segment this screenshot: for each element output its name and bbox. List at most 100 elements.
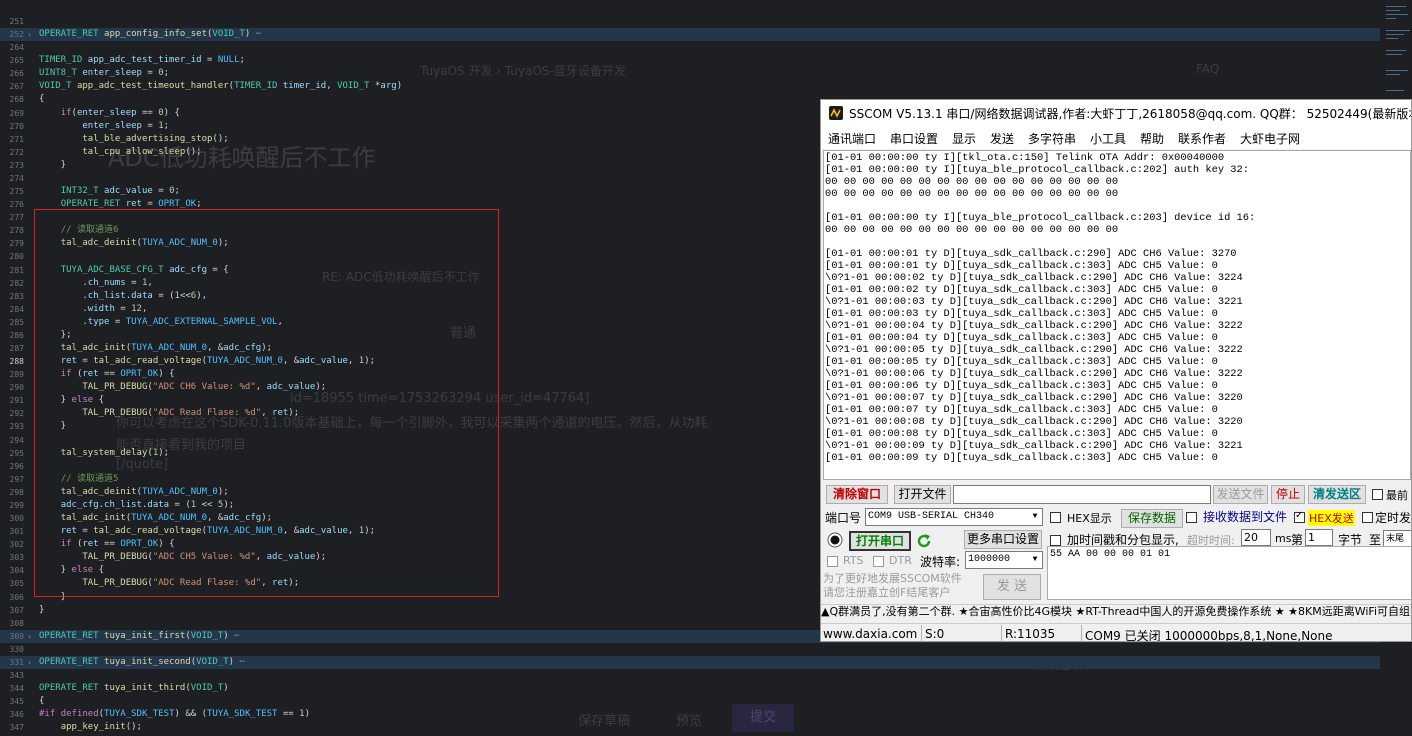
line-number: 266 — [9, 69, 24, 79]
recv-to-file-checkbox[interactable] — [1186, 512, 1197, 523]
line-number: 267 — [9, 82, 24, 92]
line-number: 269 — [9, 108, 24, 118]
code-text: OPERATE_RET tuya_init_first(VOID_T) ⋯ — [39, 630, 240, 641]
send-data-textarea[interactable]: 55 AA 00 00 00 01 01 — [1047, 546, 1411, 600]
news-ticker[interactable]: ▲Q群满员了,没有第二个群. ★合宙高性价比4G模块 ★RT-Thread中国人… — [821, 604, 1411, 621]
clear-send-area-button[interactable]: 清发送区 — [1308, 485, 1366, 504]
code-line[interactable]: 344 OPERATE_RET tuya_init_third(VOID_T) — [0, 682, 1380, 695]
file-path-input[interactable] — [953, 485, 1211, 504]
log-line: [01-01 00:00:05 ty D][tuya_sdk_callback.… — [825, 356, 1218, 368]
code-line[interactable]: 346 #if defined(TUYA_SDK_TEST) && (TUYA_S… — [0, 708, 1380, 721]
sscom-window[interactable]: SSCOM V5.13.1 串口/网络数据调试器,作者:大虾丁丁,2618058… — [820, 99, 1412, 642]
code-line[interactable]: 252 › OPERATE_RET app_config_info_set(VOID… — [0, 28, 1380, 42]
open-port-button[interactable]: 打开串口 — [849, 531, 911, 551]
code-line[interactable]: 343 — [0, 669, 1380, 682]
line-number: 279 — [9, 239, 24, 249]
line-number: 298 — [9, 487, 24, 497]
code-line[interactable]: 264 — [0, 41, 1380, 54]
timestamp-checkbox[interactable] — [1050, 535, 1061, 546]
open-file-button[interactable]: 打开文件 — [894, 485, 951, 504]
code-line[interactable]: 266 UINT8_T enter_sleep = 0; — [0, 67, 1380, 80]
send-file-button[interactable]: 发送文件 — [1213, 485, 1268, 504]
title-bar[interactable]: SSCOM V5.13.1 串口/网络数据调试器,作者:大虾丁丁,2618058… — [821, 100, 1411, 127]
hex-send-checkbox[interactable] — [1294, 510, 1305, 523]
port-status-indicator-icon — [827, 532, 843, 548]
status-site-link[interactable]: www.daxia.com — [823, 627, 917, 641]
menu-help[interactable]: 帮助 — [1140, 130, 1164, 147]
log-line: [01-01 00:00:09 ty D][tuya_sdk_callback.… — [825, 452, 1218, 464]
menu-contact-author[interactable]: 联系作者 — [1178, 130, 1226, 147]
menu-send[interactable]: 发送 — [990, 130, 1014, 147]
line-number: 303 — [9, 553, 24, 563]
menu-comm-port[interactable]: 通讯端口 — [828, 130, 876, 147]
menu-port-settings[interactable]: 串口设置 — [890, 130, 938, 147]
send-button[interactable]: 发 送 — [983, 574, 1041, 600]
status-received-count: R:11035 — [1005, 627, 1056, 641]
fold-chevron-icon[interactable]: › — [27, 656, 32, 669]
line-number: 294 — [9, 435, 24, 445]
line-number: 289 — [9, 370, 24, 380]
line-number: 290 — [9, 383, 24, 393]
menu-tools[interactable]: 小工具 — [1090, 130, 1126, 147]
log-line: \0?1-01 00:00:03 ty D][tuya_sdk_callback… — [825, 296, 1243, 308]
code-line[interactable]: 265 TIMER_ID app_adc_test_timer_id = NULL… — [0, 54, 1380, 67]
stop-button[interactable]: 停止 — [1271, 485, 1305, 504]
line-number: 276 — [9, 200, 24, 210]
menu-multi-string[interactable]: 多字符串 — [1028, 130, 1076, 147]
log-line: [01-01 00:00:00 ty I][tuya_ble_protocol_… — [825, 164, 1250, 176]
line-number: 305 — [9, 579, 24, 589]
hex-display-checkbox[interactable] — [1050, 512, 1061, 523]
clear-window-button[interactable]: 清除窗口 — [826, 485, 888, 504]
code-text: UINT8_T enter_sleep = 0; — [39, 68, 170, 79]
line-number: 293 — [9, 422, 24, 432]
status-bar: www.daxia.com S:0 R:11035 COM9 已关闭 10000… — [821, 623, 1411, 641]
line-number: 346 — [9, 710, 24, 720]
port-select[interactable]: COM9 USB-SERIAL CH340 ▼ — [865, 508, 1043, 526]
line-number: 331 — [9, 657, 24, 667]
byte-start-input[interactable]: 1 — [1305, 529, 1333, 546]
receive-log[interactable]: [01-01 00:00:00 ty I][tkl_ota.c:150] Tel… — [823, 150, 1411, 480]
line-number: 268 — [9, 95, 24, 105]
always-on-top-checkbox[interactable] — [1372, 489, 1383, 500]
refresh-icon[interactable] — [915, 532, 933, 550]
log-line: \0?1-01 00:00:04 ty D][tuya_sdk_callback… — [825, 320, 1243, 332]
menu-display[interactable]: 显示 — [952, 130, 976, 147]
code-line[interactable]: 347 app_key_init(); — [0, 721, 1380, 734]
log-line: [01-01 00:00:01 ty D][tuya_sdk_callback.… — [825, 260, 1218, 272]
register-promo-text[interactable]: 为了更好地发展SSCOM软件 请您注册嘉立创F结尾客户 — [823, 572, 962, 600]
line-number: 277 — [9, 213, 24, 223]
log-line: \0?1-01 00:00:07 ty D][tuya_sdk_callback… — [825, 392, 1243, 404]
code-line[interactable]: 251 — [0, 15, 1380, 28]
code-text: OPERATE_RET app_config_info_set(VOID_T) … — [39, 29, 262, 40]
log-line: \0?1-01 00:00:09 ty D][tuya_sdk_callback… — [825, 440, 1243, 452]
log-line: [01-01 00:00:06 ty D][tuya_sdk_callback.… — [825, 380, 1218, 392]
line-number: 301 — [9, 527, 24, 537]
more-port-settings-button[interactable]: 更多串口设置 — [964, 530, 1042, 549]
baud-rate-select[interactable]: 1000000 ▼ — [965, 551, 1043, 569]
code-text: tal_cpu_allow_sleep(); — [82, 146, 202, 157]
save-data-button[interactable]: 保存数据 — [1121, 509, 1183, 528]
menu-bar: 通讯端口 串口设置 显示 发送 多字符串 小工具 帮助 联系作者 大虾电子网 — [821, 127, 1411, 149]
timeout-input[interactable]: 20 — [1241, 529, 1271, 546]
timeout-unit-label: ms — [1275, 532, 1292, 545]
menu-daxia-site[interactable]: 大虾电子网 — [1240, 130, 1300, 147]
code-line[interactable]: 330 — [0, 643, 1380, 656]
code-text: { — [39, 696, 45, 707]
code-line[interactable]: 345 { — [0, 695, 1380, 708]
line-number: 297 — [9, 474, 24, 484]
dtr-label: DTR — [889, 554, 912, 567]
log-line: \0?1-01 00:00:05 ty D][tuya_sdk_callback… — [825, 344, 1243, 356]
highlight-annotation-box — [34, 209, 499, 597]
fold-chevron-icon[interactable]: › — [27, 630, 32, 643]
code-line[interactable]: 331 › OPERATE_RET tuya_init_second(VOID_T)… — [0, 655, 1380, 669]
line-number: 344 — [9, 684, 24, 694]
code-text: } — [39, 604, 45, 615]
code-line[interactable]: 267 VOID_T app_adc_test_timeout_handler(T… — [0, 80, 1380, 93]
line-number: 283 — [9, 291, 24, 301]
line-number: 280 — [9, 252, 24, 262]
rts-checkbox[interactable] — [827, 556, 838, 567]
line-number: 292 — [9, 409, 24, 419]
timed-send-checkbox[interactable] — [1362, 512, 1373, 523]
fold-chevron-icon[interactable]: › — [27, 28, 32, 41]
dtr-checkbox[interactable] — [873, 556, 884, 567]
